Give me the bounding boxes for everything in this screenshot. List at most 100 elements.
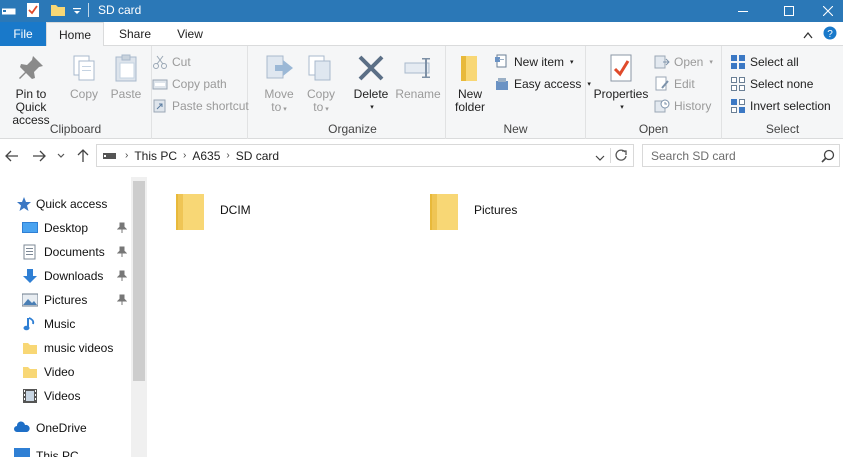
rename-button[interactable]: Rename — [394, 52, 442, 101]
select-group: Select all Select none Invert selection … — [722, 46, 843, 139]
computer-icon — [14, 448, 30, 457]
edit-icon — [655, 76, 669, 91]
address-dropdown-icon[interactable] — [595, 151, 605, 165]
refresh-icon[interactable] — [614, 148, 628, 165]
quick-access-toolbar — [1, 2, 89, 18]
cut-button[interactable]: Cut — [152, 52, 191, 72]
new-folder-button[interactable]: New folder — [448, 52, 492, 114]
select-none-label: Select none — [750, 77, 814, 91]
cloud-icon — [14, 421, 30, 432]
navigation-pane: Quick access Desktop Documents Downloads… — [0, 177, 147, 457]
breadcrumb-sd-card[interactable]: SD card — [236, 149, 279, 163]
breadcrumb-a635[interactable]: A635 — [192, 149, 220, 163]
folder-item-pictures[interactable]: Pictures — [428, 187, 517, 233]
minimize-button[interactable] — [720, 0, 766, 22]
breadcrumb-this-pc[interactable]: This PC — [134, 149, 177, 163]
copy-to-button[interactable]: Copy to ▾ — [302, 52, 340, 116]
title-separator — [88, 3, 89, 17]
copy-path-button[interactable]: Copy path — [152, 74, 227, 94]
tab-view[interactable]: View — [164, 22, 216, 46]
search-input[interactable] — [651, 148, 821, 163]
svg-text:?: ? — [827, 29, 833, 40]
delete-button[interactable]: Delete ▾ — [348, 52, 394, 114]
copy-label: Copy — [69, 87, 98, 101]
select-none-icon — [731, 77, 745, 91]
download-arrow-icon — [23, 269, 37, 283]
select-none-button[interactable]: Select none — [730, 74, 813, 94]
new-folder-quick-icon[interactable] — [50, 3, 66, 17]
folder-label: Pictures — [474, 203, 518, 217]
history-icon — [654, 99, 670, 113]
nav-this-pc-label: This PC — [36, 449, 79, 457]
cut-icon — [153, 55, 167, 69]
nav-item-label: Video — [44, 365, 75, 379]
copy-icon — [73, 55, 95, 81]
new-item-button[interactable]: New item ▾ — [494, 52, 574, 72]
easy-access-button[interactable]: Easy access ▾ — [494, 74, 591, 94]
film-icon — [23, 389, 37, 403]
properties-quick-icon[interactable] — [26, 2, 40, 18]
breadcrumb-chevron-icon[interactable]: › — [183, 150, 186, 161]
nav-onedrive-label: OneDrive — [36, 421, 87, 435]
nav-quick-access[interactable]: Quick access — [16, 192, 147, 216]
easy-access-icon — [496, 78, 508, 90]
copy-button[interactable]: Copy — [64, 52, 104, 101]
nav-item-videos[interactable]: Videos — [22, 384, 131, 408]
nav-item-video[interactable]: Video — [22, 360, 131, 384]
nav-item-pictures[interactable]: Pictures — [22, 288, 131, 312]
close-button[interactable] — [812, 0, 843, 22]
open-button[interactable]: Open ▾ — [654, 52, 713, 72]
nav-item-downloads[interactable]: Downloads — [22, 264, 131, 288]
collapse-ribbon-icon[interactable] — [803, 28, 813, 42]
customize-toolbar-icon[interactable] — [72, 5, 82, 15]
paste-button[interactable]: Paste — [106, 52, 146, 101]
open-group: Properties ▾ Open ▾ Edit History Open — [586, 46, 722, 139]
nav-this-pc[interactable]: This PC — [14, 446, 145, 457]
back-arrow-icon — [5, 150, 18, 162]
new-folder-label-2: folder — [454, 100, 486, 114]
history-label: History — [674, 99, 712, 113]
pin-icon — [117, 294, 127, 305]
pin-icon — [117, 222, 127, 233]
nav-item-music[interactable]: Music — [22, 312, 131, 336]
search-icon[interactable] — [821, 149, 835, 166]
recent-locations-button[interactable] — [55, 147, 67, 165]
folder-label: DCIM — [220, 203, 251, 217]
select-all-label: Select all — [750, 55, 799, 69]
paste-shortcut-button[interactable]: Paste shortcut — [152, 96, 249, 116]
nav-onedrive[interactable]: OneDrive — [14, 416, 145, 440]
open-icon — [654, 55, 670, 69]
select-all-button[interactable]: Select all — [730, 52, 799, 72]
nav-item-desktop[interactable]: Desktop — [22, 216, 131, 240]
pin-icon — [19, 56, 43, 79]
breadcrumb-chevron-icon[interactable]: › — [125, 150, 128, 161]
address-bar[interactable]: › This PC › A635 › SD card — [96, 144, 634, 167]
help-icon[interactable]: ? — [823, 26, 837, 43]
properties-button[interactable]: Properties ▾ — [590, 52, 652, 114]
pin-to-quick-access-button[interactable]: Pin to Quick access — [0, 52, 62, 127]
move-to-button[interactable]: Move to ▾ — [260, 52, 298, 116]
maximize-button[interactable] — [766, 0, 812, 22]
nav-scrollbar[interactable] — [131, 177, 147, 457]
nav-item-music-videos[interactable]: music videos — [22, 336, 131, 360]
forward-button[interactable] — [30, 147, 48, 165]
new-item-label: New item — [514, 55, 565, 69]
organize-group-label: Organize — [328, 122, 377, 136]
up-button[interactable] — [74, 147, 92, 165]
edit-button[interactable]: Edit — [654, 74, 695, 94]
new-folder-icon — [461, 56, 477, 81]
copy-path-icon — [152, 79, 168, 90]
tab-home[interactable]: Home — [46, 22, 104, 47]
history-button[interactable]: History — [654, 96, 711, 116]
search-box — [642, 144, 840, 167]
back-button[interactable] — [3, 147, 21, 165]
nav-scrollbar-thumb[interactable] — [133, 181, 145, 381]
tab-file[interactable]: File — [0, 22, 46, 46]
breadcrumb-chevron-icon[interactable]: › — [226, 150, 229, 161]
nav-item-documents[interactable]: Documents — [22, 240, 131, 264]
select-group-label: Select — [765, 122, 800, 136]
invert-selection-button[interactable]: Invert selection — [730, 96, 831, 116]
folder-item-dcim[interactable]: DCIM — [174, 187, 251, 233]
music-note-icon — [23, 317, 35, 331]
tab-share[interactable]: Share — [108, 22, 162, 46]
